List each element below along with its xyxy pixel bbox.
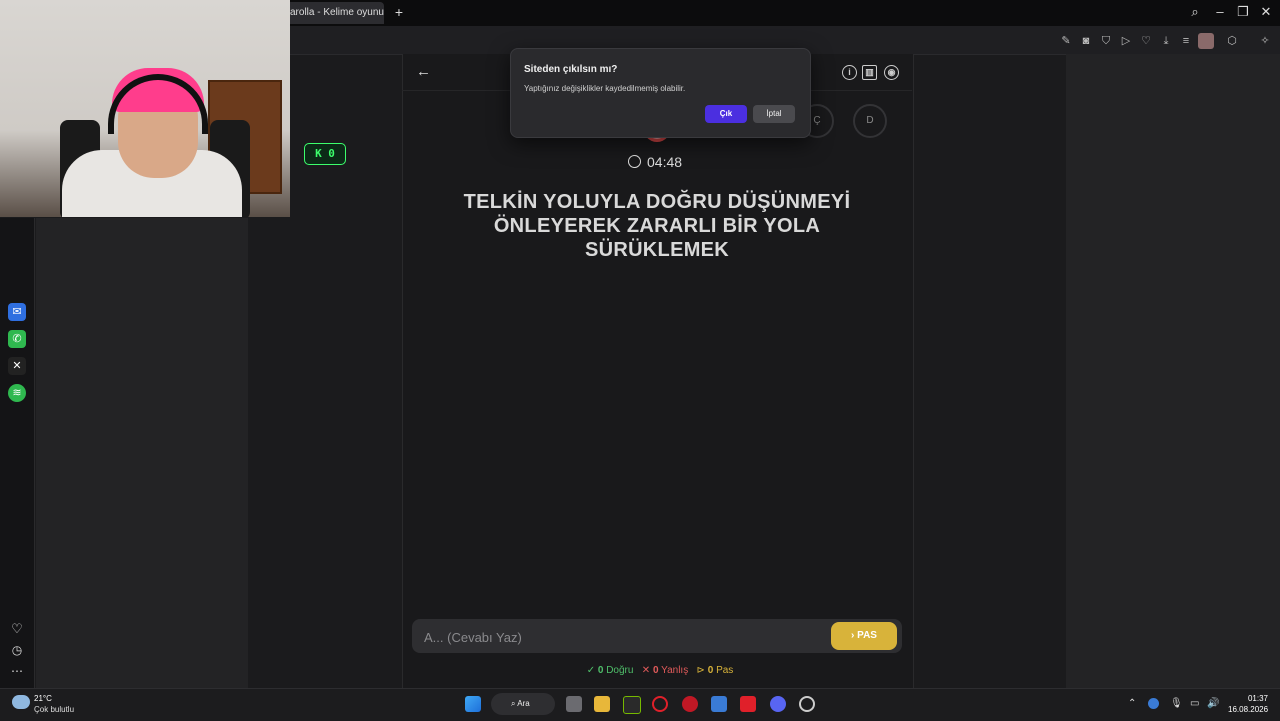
minimize-icon[interactable]: – [1210,4,1230,19]
whatsapp-icon[interactable]: ✆ [8,330,26,348]
shield-icon[interactable]: ⛉ [1098,33,1114,49]
messenger-icon[interactable]: ✉ [8,303,26,321]
wrong-count: 0 [652,665,659,676]
wps-icon[interactable] [740,696,756,712]
shield-app-icon[interactable] [711,696,727,712]
restore-icon[interactable]: ❐ [1233,4,1253,20]
history-icon[interactable]: ◷ [8,641,26,659]
camera-icon[interactable]: ◙ [1078,33,1094,49]
pass-button-label: PAS [857,630,877,641]
weather-description[interactable]: Çok bulutlu [34,705,74,714]
clock-date[interactable]: 16.08.2026 [1228,705,1268,714]
extension-icon[interactable]: ⬡ [1224,33,1240,49]
menu-icon[interactable]: ≡ [1178,33,1194,49]
pass-button[interactable]: › PAS [831,622,897,650]
answer-input[interactable] [422,626,826,648]
tray-app-icon[interactable] [1148,698,1159,709]
chevron-up-icon[interactable]: ⌃ [1128,698,1136,709]
search-label: Ara [517,699,530,708]
right-panel [1066,54,1280,688]
download-icon[interactable]: ⤓ [1158,33,1174,49]
correct-count: 0 [597,665,604,676]
clock-time[interactable]: 01:37 [1246,694,1268,703]
profile-icon[interactable]: ◉ [884,65,899,80]
profile-avatar[interactable] [1198,33,1214,49]
correct-label: Doğru [606,665,634,676]
dialog-message: Yaptığınız değişiklikler kaydedilmemiş o… [524,84,686,93]
start-icon[interactable] [465,696,481,712]
dialog-title: Siteden çıkılsın mı? [524,64,618,75]
back-arrow-icon[interactable]: ← [416,64,432,80]
check-icon: ✓ [586,665,596,676]
cloud-icon [12,695,30,709]
browser-tab[interactable]: arolla - Kelime oyunu. G [284,2,384,24]
leave-site-dialog [510,48,811,138]
pass-stat-label: Pas [716,665,734,676]
skip-icon: ⊳ [696,665,705,676]
clock-icon [628,155,641,168]
browser-sidebar [0,218,35,688]
app-red-icon[interactable] [682,696,698,712]
info-icon[interactable]: i [842,65,857,80]
new-tab-icon[interactable]: + [392,5,406,19]
more-icon[interactable]: ⋯ [8,662,26,680]
timer-value: 04:48 [647,154,683,170]
monitor-icon[interactable]: ▭ [1190,698,1199,709]
kick-viewer-badge: K 0 [304,143,346,165]
steam-icon[interactable] [799,696,815,712]
leave-button[interactable]: Çık [705,105,747,123]
spotify-icon[interactable]: ≋ [8,384,26,402]
question-text: TELKİN YOLUYLA DOĞRU DÜŞÜNMEYİ ÖNLEYEREK… [463,191,851,261]
edit-icon[interactable]: ✎ [1058,33,1074,49]
wrong-label: Yanlış [661,665,689,676]
cancel-button[interactable]: İptal [753,105,795,123]
search-icon: ⌕ [511,699,516,708]
game-panel [402,54,914,688]
letter-circle: D [853,104,887,138]
weather-temperature[interactable]: 21°C [34,694,52,703]
left-panel [36,218,248,688]
timer: 04:48 [628,153,708,171]
search-icon[interactable]: ⌕ [1185,4,1205,20]
discord-icon[interactable] [770,696,786,712]
ai-icon[interactable]: ✧ [1255,33,1275,49]
chevron-right-icon: › [851,630,855,641]
file-explorer-icon[interactable] [594,696,610,712]
score-stats: ✓ 0 Doğru ✕ 0 Yanlış ⊳ 0 Pas [560,664,760,678]
cross-icon: ✕ [641,665,651,676]
x-icon[interactable]: ✕ [8,357,26,375]
nvidia-icon[interactable] [623,696,641,714]
pass-count: 0 [707,665,714,676]
heart-icon[interactable]: ♡ [8,620,26,638]
close-icon[interactable]: ✕ [1256,4,1276,20]
heart-icon[interactable]: ♡ [1138,33,1154,49]
volume-icon[interactable]: 🔊 [1207,698,1219,709]
opera-gx-icon[interactable] [652,696,668,712]
microphone-icon[interactable]: 🎙 [1170,698,1183,709]
stats-icon[interactable]: ▥ [862,65,877,80]
play-icon[interactable]: ▷ [1118,33,1134,49]
webcam-overlay [0,0,290,217]
taskbar-search[interactable]: ⌕ Ara [491,693,555,715]
task-view-icon[interactable] [566,696,582,712]
